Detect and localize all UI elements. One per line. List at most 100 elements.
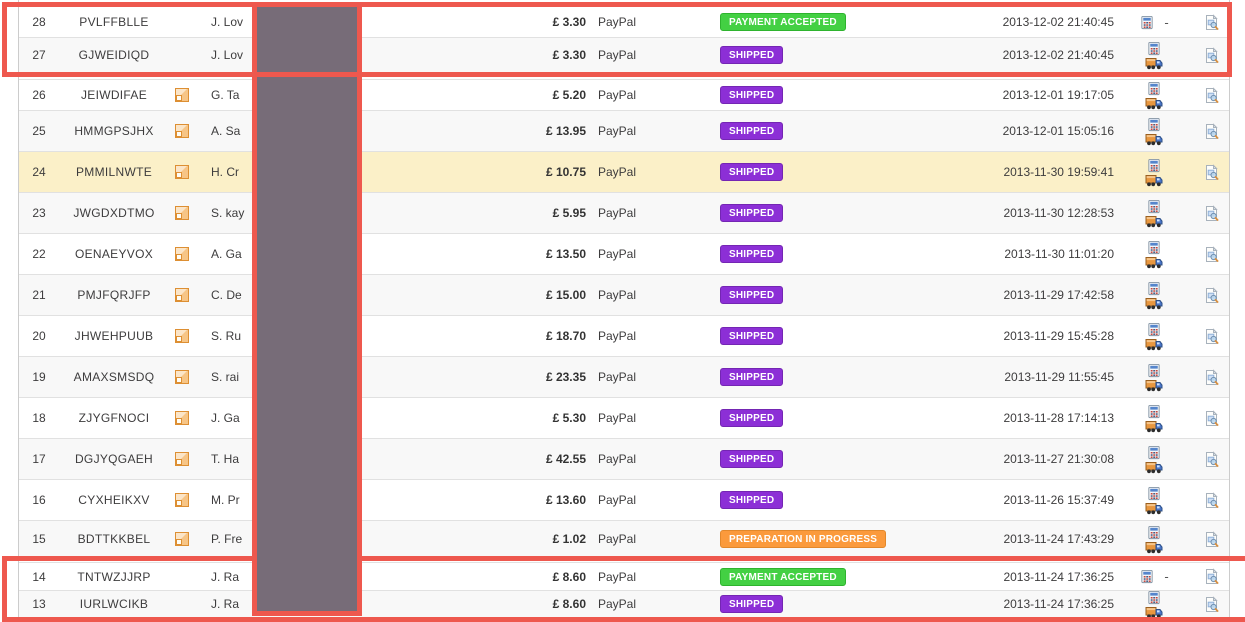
new-client-cell	[169, 123, 195, 139]
order-details-icon[interactable]	[1203, 122, 1220, 140]
delivery-slip-icon[interactable]	[1145, 501, 1163, 515]
payment-method: PayPal	[598, 411, 637, 425]
invoice-pdf-icon[interactable]	[1146, 117, 1162, 132]
invoice-pdf-icon[interactable]	[1146, 445, 1162, 460]
order-details-icon[interactable]	[1203, 286, 1220, 304]
status-cell: SHIPPED	[698, 204, 938, 222]
status-badge: SHIPPED	[720, 368, 784, 386]
order-date: 2013-11-28 17:14:13	[1003, 411, 1114, 425]
order-total: £ 5.30	[552, 411, 586, 425]
documents-stacked	[1145, 486, 1163, 515]
new-client-cell	[169, 451, 195, 467]
table-row[interactable]: 26 JEIWDIFAE G. Ta £ 5.20 PayPal SHIPPED…	[19, 79, 1229, 110]
delivery-slip-icon[interactable]	[1145, 460, 1163, 474]
order-details-icon[interactable]	[1203, 368, 1220, 386]
status-cell: SHIPPED	[698, 286, 938, 304]
order-id: 26	[32, 88, 46, 102]
documents-cell: -	[1114, 117, 1194, 146]
orders-table: 28 PVLFFBLLE J. Lov £ 3.30 PayPal PAYMEN…	[18, 0, 1230, 622]
delivery-slip-icon[interactable]	[1145, 540, 1163, 554]
table-row[interactable]: 22 OENAEYVOX A. Ga £ 13.50 PayPal SHIPPE…	[19, 233, 1229, 274]
table-row[interactable]: 21 PMJFQRJFP C. De £ 15.00 PayPal SHIPPE…	[19, 274, 1229, 315]
delivery-slip-icon[interactable]	[1145, 378, 1163, 392]
new-client-cell	[169, 492, 195, 508]
invoice-pdf-icon[interactable]	[1146, 81, 1162, 96]
order-details-icon[interactable]	[1203, 163, 1220, 181]
details-cell	[1194, 122, 1229, 140]
table-row[interactable]: 18 ZJYGFNOCI J. Ga £ 5.30 PayPal SHIPPED…	[19, 397, 1229, 438]
order-details-icon[interactable]	[1203, 409, 1220, 427]
new-client-cell	[169, 87, 195, 103]
details-cell	[1194, 204, 1229, 222]
documents-stacked	[1145, 281, 1163, 310]
order-details-icon[interactable]	[1203, 245, 1220, 263]
order-details-icon[interactable]	[1203, 530, 1220, 548]
details-cell	[1194, 530, 1229, 548]
invoice-pdf-icon[interactable]	[1146, 158, 1162, 173]
documents-stacked	[1145, 199, 1163, 228]
status-cell: SHIPPED	[698, 327, 938, 345]
table-row[interactable]: 24 PMMILNWTE H. Cr £ 10.75 PayPal SHIPPE…	[19, 151, 1229, 192]
order-total: £ 5.20	[552, 88, 586, 102]
details-cell	[1194, 450, 1229, 468]
table-row[interactable]: 17 DGJYQGAEH T. Ha £ 42.55 PayPal SHIPPE…	[19, 438, 1229, 479]
order-id: 24	[32, 165, 46, 179]
table-row[interactable]: 15 BDTTKKBEL P. Fre £ 1.02 PayPal PREPAR…	[19, 520, 1229, 557]
order-total: £ 13.95	[545, 124, 586, 138]
table-row[interactable]: 20 JHWEHPUUB S. Ru £ 18.70 PayPal SHIPPE…	[19, 315, 1229, 356]
table-row[interactable]: 25 HMMGPSJHX A. Sa £ 13.95 PayPal SHIPPE…	[19, 110, 1229, 151]
documents-stacked	[1145, 240, 1163, 269]
details-cell	[1194, 163, 1229, 181]
order-reference: PMJFQRJFP	[77, 288, 151, 302]
details-cell	[1194, 368, 1229, 386]
invoice-pdf-icon[interactable]	[1146, 486, 1162, 501]
order-id: 19	[32, 370, 46, 384]
invoice-pdf-icon[interactable]	[1146, 525, 1162, 540]
order-total: £ 23.35	[545, 370, 586, 384]
new-client-cell	[169, 531, 195, 547]
documents-stacked	[1145, 445, 1163, 474]
invoice-pdf-icon[interactable]	[1146, 199, 1162, 214]
status-badge: SHIPPED	[720, 491, 784, 509]
status-cell: SHIPPED	[698, 409, 938, 427]
order-details-icon[interactable]	[1203, 491, 1220, 509]
order-id: 23	[32, 206, 46, 220]
order-details-icon[interactable]	[1203, 86, 1220, 104]
new-client-icon	[174, 328, 190, 344]
invoice-pdf-icon[interactable]	[1146, 363, 1162, 378]
order-details-icon[interactable]	[1203, 204, 1220, 222]
invoice-pdf-icon[interactable]	[1146, 240, 1162, 255]
status-badge: SHIPPED	[720, 286, 784, 304]
order-details-icon[interactable]	[1203, 327, 1220, 345]
details-cell	[1194, 286, 1229, 304]
invoice-pdf-icon[interactable]	[1146, 404, 1162, 419]
new-client-cell	[169, 410, 195, 426]
payment-method: PayPal	[598, 370, 637, 384]
status-badge: SHIPPED	[720, 245, 784, 263]
order-total: £ 42.55	[545, 452, 586, 466]
status-cell: SHIPPED	[698, 368, 938, 386]
delivery-slip-icon[interactable]	[1145, 132, 1163, 146]
invoice-pdf-icon[interactable]	[1146, 281, 1162, 296]
order-total: £ 15.00	[545, 288, 586, 302]
invoice-pdf-icon[interactable]	[1146, 322, 1162, 337]
delivery-slip-icon[interactable]	[1145, 337, 1163, 351]
table-row[interactable]: 23 JWGDXDTMO S. kay £ 5.95 PayPal SHIPPE…	[19, 192, 1229, 233]
delivery-slip-icon[interactable]	[1145, 296, 1163, 310]
delivery-slip-icon[interactable]	[1145, 96, 1163, 110]
annotation-box-rows-14-13	[2, 556, 1245, 622]
delivery-slip-icon[interactable]	[1145, 214, 1163, 228]
new-client-icon	[174, 369, 190, 385]
new-client-icon	[174, 287, 190, 303]
delivery-slip-icon[interactable]	[1145, 173, 1163, 187]
delivery-slip-icon[interactable]	[1145, 419, 1163, 433]
table-row[interactable]: 19 AMAXSMSDQ S. rai £ 23.35 PayPal SHIPP…	[19, 356, 1229, 397]
status-cell: SHIPPED	[698, 122, 938, 140]
table-row[interactable]: 16 CYXHEIKXV M. Pr £ 13.60 PayPal SHIPPE…	[19, 479, 1229, 520]
new-client-cell	[169, 328, 195, 344]
payment-method: PayPal	[598, 493, 637, 507]
order-reference: PMMILNWTE	[75, 165, 153, 179]
order-reference: AMAXSMSDQ	[73, 370, 155, 384]
delivery-slip-icon[interactable]	[1145, 255, 1163, 269]
order-details-icon[interactable]	[1203, 450, 1220, 468]
